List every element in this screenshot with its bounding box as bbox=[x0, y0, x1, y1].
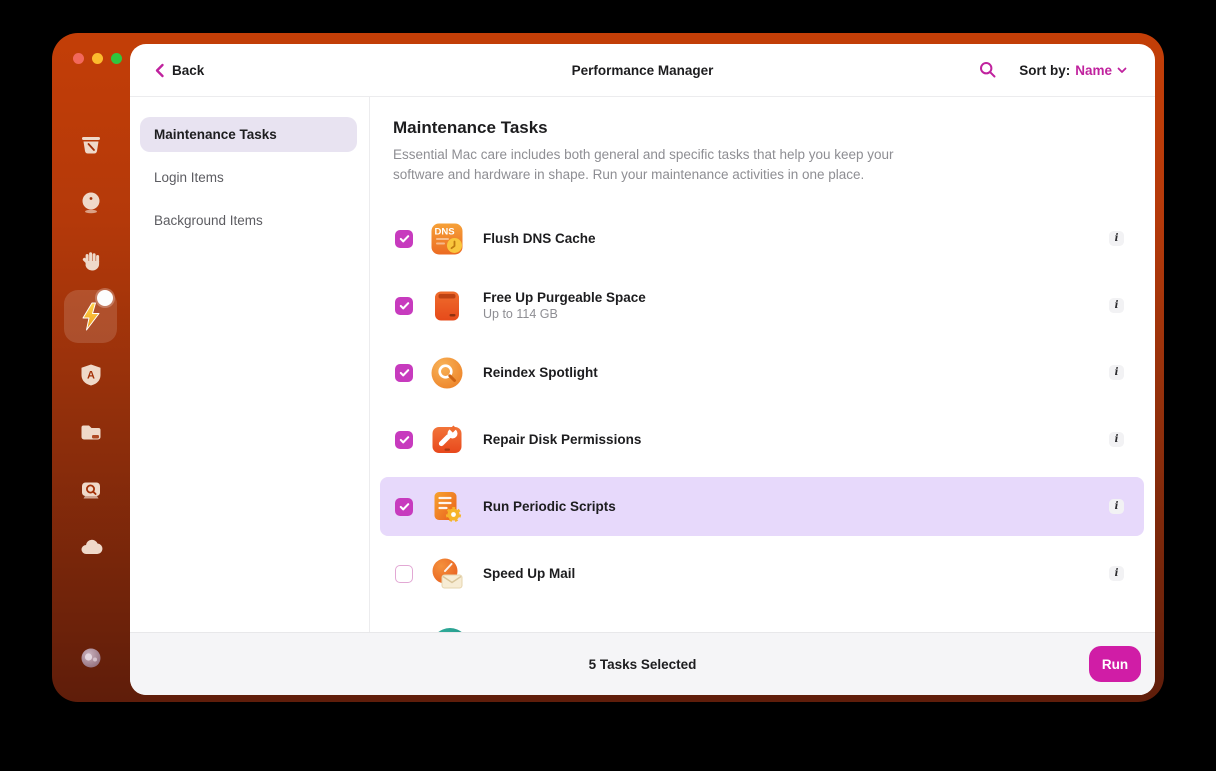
task-row-run-periodic-scripts[interactable]: Run Periodic Scripts i bbox=[380, 477, 1144, 536]
check-icon bbox=[399, 503, 409, 511]
task-label: Flush DNS Cache bbox=[483, 231, 596, 246]
info-icon[interactable]: i bbox=[1109, 566, 1124, 581]
task-row-flush-dns-cache[interactable]: DNS Flush DNS Cache i bbox=[380, 209, 1144, 268]
task-row-repair-disk-permissions[interactable]: Repair Disk Permissions i bbox=[380, 410, 1144, 469]
content-panel: Back Performance Manager Sort by: Name M… bbox=[130, 44, 1155, 695]
info-icon[interactable]: i bbox=[1109, 231, 1124, 246]
back-chevron-icon bbox=[155, 63, 164, 77]
folder-icon bbox=[81, 425, 101, 440]
task-label: Speed Up Mail bbox=[483, 566, 576, 581]
cloud-icon bbox=[81, 539, 103, 555]
space-lens-icon bbox=[82, 482, 100, 499]
nav-item-label: Login Items bbox=[154, 170, 224, 185]
task-checkbox[interactable] bbox=[395, 430, 413, 449]
section-title: Maintenance Tasks bbox=[393, 118, 548, 137]
speed-up-mail-icon bbox=[432, 558, 463, 588]
performance-lightning-icon bbox=[82, 302, 100, 331]
nav-item-maintenance-tasks[interactable]: Maintenance Tasks bbox=[140, 117, 357, 152]
info-icon[interactable]: i bbox=[1109, 365, 1124, 380]
task-checkbox[interactable] bbox=[395, 363, 413, 382]
run-button[interactable]: Run bbox=[1089, 646, 1141, 682]
check-icon bbox=[399, 369, 409, 377]
sort-by-label: Sort by: bbox=[1019, 62, 1071, 78]
chevron-down-icon bbox=[1117, 67, 1127, 73]
assistant-icon bbox=[81, 648, 101, 668]
app-window: A Back Performance Manager Sort by: Name… bbox=[52, 33, 1164, 702]
sidebar-item-space-lens[interactable] bbox=[76, 475, 106, 505]
periodic-scripts-icon bbox=[434, 491, 462, 522]
protection-icon bbox=[82, 192, 100, 214]
check-icon bbox=[399, 436, 409, 444]
nav-item-login-items[interactable]: Login Items bbox=[140, 160, 357, 195]
performance-notification-dot bbox=[97, 290, 113, 306]
task-checkbox[interactable] bbox=[395, 497, 413, 516]
spotlight-icon bbox=[431, 357, 463, 388]
sidebar-item-applications[interactable]: A bbox=[76, 360, 106, 390]
nav-item-background-items[interactable]: Background Items bbox=[140, 203, 357, 238]
sidebar-item-privacy[interactable] bbox=[76, 245, 106, 275]
window-header: Back Performance Manager Sort by: Name bbox=[130, 44, 1155, 97]
task-row-free-up-purgeable-space[interactable]: Free Up Purgeable Space Up to 114 GB i bbox=[380, 276, 1144, 335]
sidebar-item-cleanup[interactable] bbox=[76, 130, 106, 160]
sort-by-value: Name bbox=[1075, 62, 1112, 78]
task-row-reindex-spotlight[interactable]: Reindex Spotlight i bbox=[380, 343, 1144, 402]
sidebar-item-protection[interactable] bbox=[76, 187, 106, 217]
svg-text:A: A bbox=[87, 370, 95, 382]
task-checkbox[interactable] bbox=[395, 296, 413, 315]
check-icon bbox=[399, 302, 409, 310]
disk-permissions-icon bbox=[432, 424, 462, 453]
nav-item-label: Maintenance Tasks bbox=[154, 127, 277, 142]
info-icon[interactable]: i bbox=[1109, 298, 1124, 313]
main-content: Maintenance Tasks Essential Mac care inc… bbox=[370, 97, 1155, 632]
sidebar-item-files[interactable] bbox=[76, 417, 106, 447]
applications-icon: A bbox=[81, 364, 101, 386]
section-nav: Maintenance Tasks Login Items Background… bbox=[130, 97, 370, 632]
svg-text:DNS: DNS bbox=[434, 226, 454, 237]
info-icon[interactable]: i bbox=[1109, 432, 1124, 447]
task-label: Run Periodic Scripts bbox=[483, 499, 616, 514]
task-label: Repair Disk Permissions bbox=[483, 432, 642, 447]
sidebar-item-performance[interactable] bbox=[76, 302, 106, 332]
task-subtitle: Up to 114 GB bbox=[483, 307, 558, 321]
privacy-hand-icon bbox=[82, 252, 100, 271]
sidebar-item-assistant[interactable] bbox=[76, 643, 106, 673]
task-row-speed-up-mail[interactable]: Speed Up Mail i bbox=[380, 544, 1144, 603]
search-icon[interactable] bbox=[979, 61, 997, 79]
sidebar-item-cloud[interactable] bbox=[76, 532, 106, 562]
sort-by-control[interactable]: Sort by: Name bbox=[1019, 63, 1127, 78]
task-checkbox[interactable] bbox=[395, 229, 413, 248]
sidebar: A bbox=[52, 33, 130, 702]
footer-bar: 5 Tasks Selected Run bbox=[130, 632, 1155, 695]
check-icon bbox=[399, 235, 409, 243]
dns-cache-icon: DNS bbox=[431, 223, 463, 254]
task-label: Free Up Purgeable Space bbox=[483, 290, 646, 305]
back-label: Back bbox=[172, 62, 205, 78]
task-label: Reindex Spotlight bbox=[483, 365, 598, 380]
back-button[interactable]: Back bbox=[154, 63, 204, 78]
nav-item-label: Background Items bbox=[154, 213, 263, 228]
section-description: Essential Mac care includes both general… bbox=[393, 147, 894, 182]
tasks-selected-status: 5 Tasks Selected bbox=[588, 656, 697, 672]
task-checkbox[interactable] bbox=[395, 564, 413, 583]
purgeable-space-icon bbox=[435, 291, 459, 320]
info-icon[interactable]: i bbox=[1109, 499, 1124, 514]
cleanup-icon bbox=[82, 137, 100, 154]
task-list: DNS Flush DNS Cache i Free Up Purgeable … bbox=[380, 209, 1144, 603]
